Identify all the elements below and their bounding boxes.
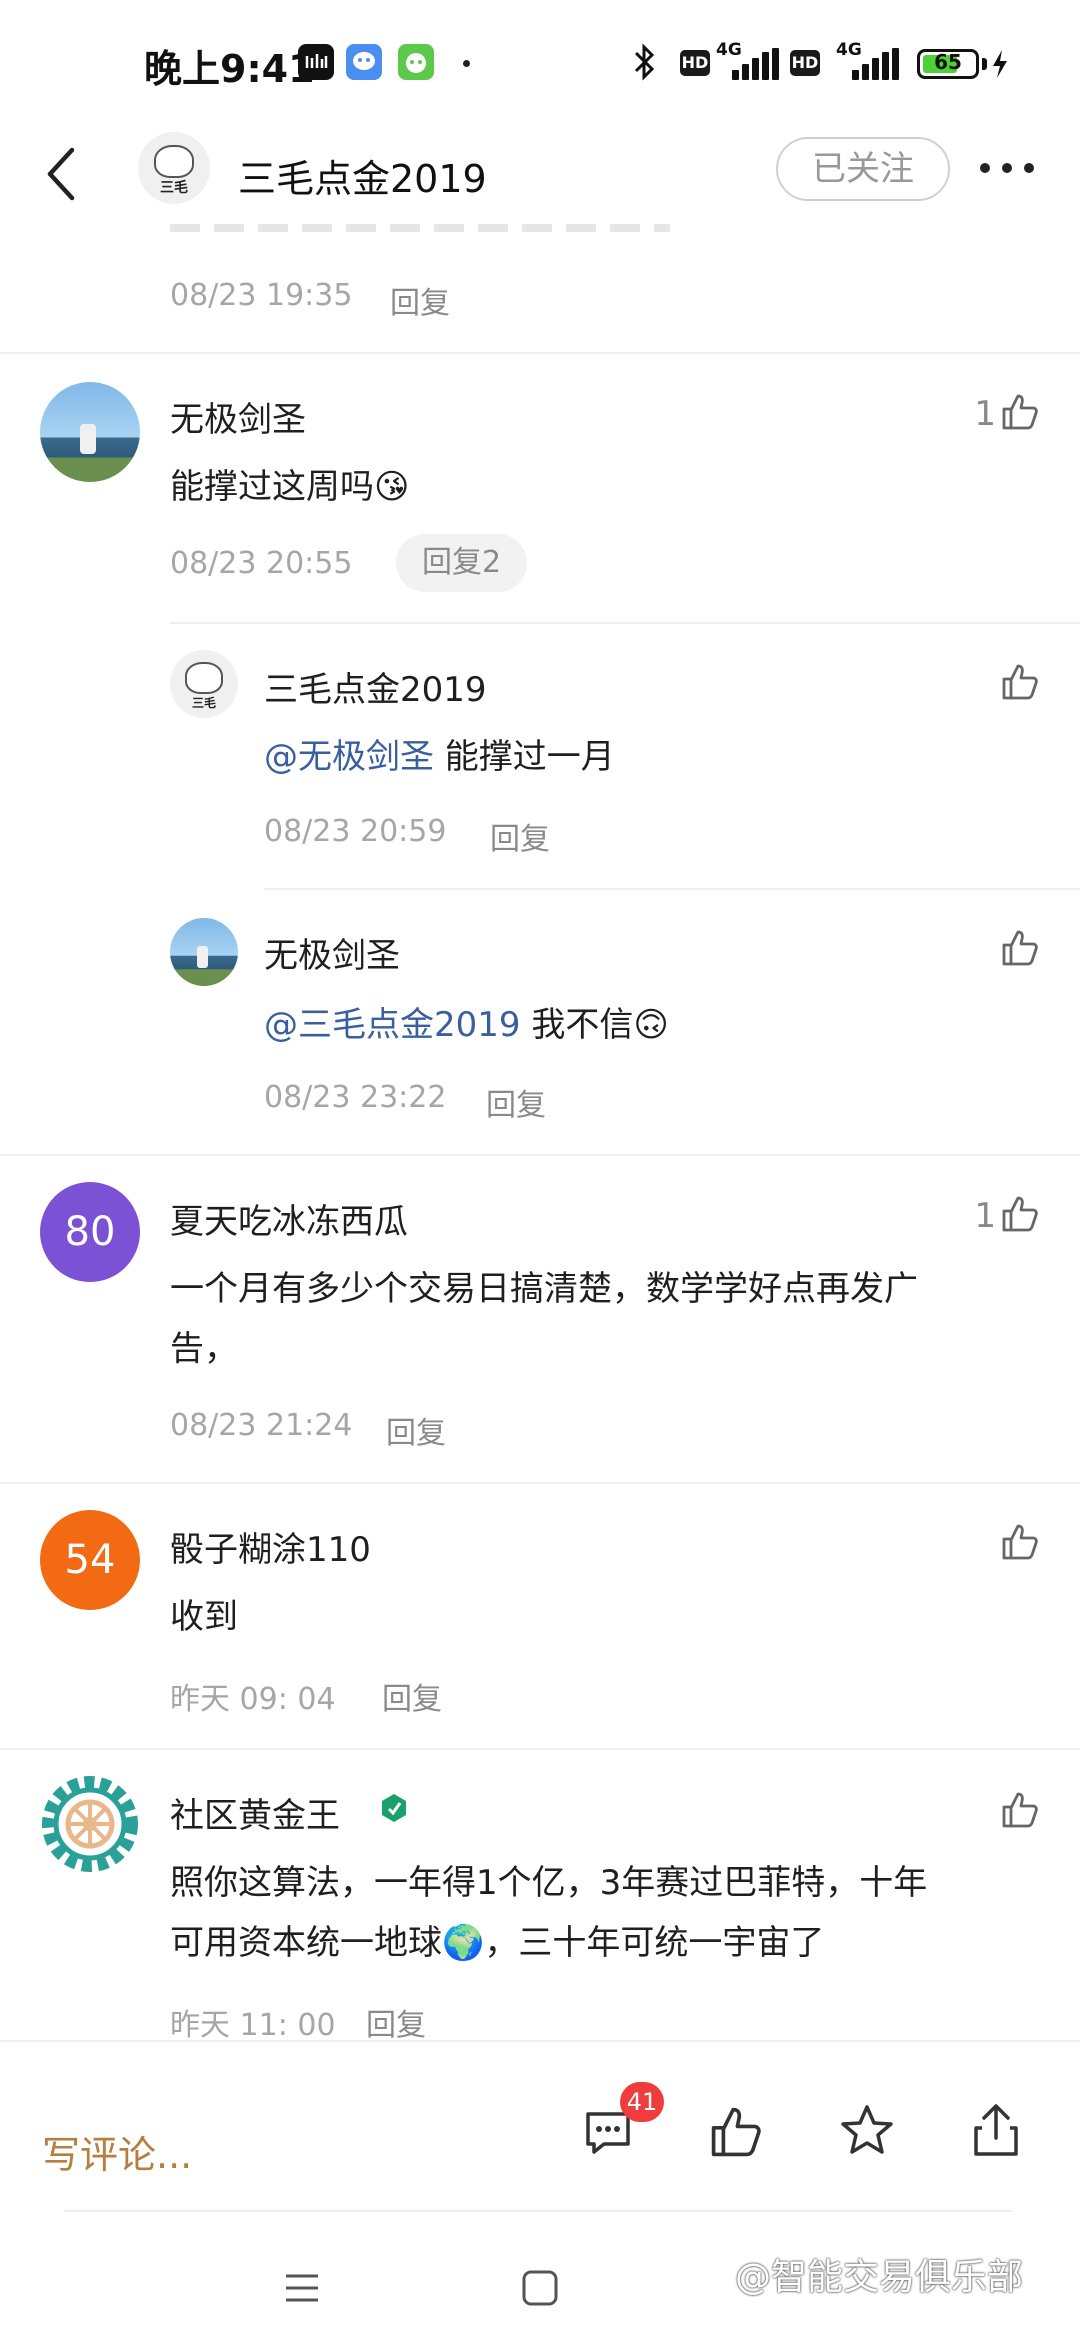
- watermark-text: @智能交易俱乐部: [735, 2257, 1024, 2298]
- divider: [170, 622, 1080, 624]
- game-app-icon: [398, 44, 434, 80]
- signal-strength-icon: [728, 48, 780, 80]
- thumbs-up-icon: [1002, 1196, 1038, 1232]
- divider: [264, 888, 1080, 890]
- comment-count-badge: 41: [620, 2082, 664, 2122]
- divider: [64, 2210, 1012, 2212]
- page-title: 三毛点金2019: [238, 157, 487, 201]
- status-time: 晚上9:41: [144, 47, 315, 91]
- hd-badge: HD: [790, 50, 820, 76]
- hd-badge: HD: [680, 50, 710, 76]
- user-avatar[interactable]: [170, 918, 238, 986]
- divider: [0, 1482, 1080, 1484]
- comment-text-line: 可用资本统一地球🌍，三十年可统一宇宙了: [170, 1923, 825, 1963]
- favorite-star-icon[interactable]: [838, 2102, 896, 2160]
- status-bar: 晚上9:41 HD 4G HD 4G 65: [0, 0, 1080, 120]
- reply-button[interactable]: 回复: [386, 1408, 446, 1452]
- write-comment-input[interactable]: 写评论...: [42, 2124, 192, 2179]
- verified-badge-icon: [382, 1794, 406, 1822]
- reply-body: 我不信🙃: [520, 1005, 669, 1045]
- like-button[interactable]: [994, 662, 1040, 710]
- divider: [0, 1154, 1080, 1156]
- user-avatar[interactable]: 80: [40, 1182, 140, 1282]
- reply-username[interactable]: 三毛点金2019: [264, 662, 487, 711]
- reply-time: 08/23 23:22: [264, 1080, 447, 1115]
- like-button[interactable]: 1: [960, 392, 1040, 440]
- reply-username[interactable]: 无极剑圣: [264, 928, 400, 977]
- comment-time: 08/23 19:35: [170, 278, 353, 313]
- home-square-icon[interactable]: [520, 2268, 560, 2308]
- comment-text: 能撑过这周吗😘: [170, 467, 410, 507]
- comment-text-line: 照你这算法，一年得1个亿，3年赛过巴菲特，十年: [170, 1863, 928, 1903]
- divider: [0, 352, 1080, 354]
- reply-button[interactable]: 回复: [366, 2000, 426, 2044]
- comment-username[interactable]: 无极剑圣: [170, 392, 306, 441]
- divider: [0, 1748, 1080, 1750]
- clipped-comment-text: [170, 218, 670, 232]
- battery-icon: 65: [917, 49, 979, 79]
- comment-username[interactable]: 夏天吃冰冻西瓜: [170, 1194, 408, 1243]
- thumbs-up-icon: [1002, 394, 1038, 430]
- reply-button[interactable]: 回复: [490, 814, 550, 858]
- signal-strength-icon: [848, 48, 900, 80]
- like-button[interactable]: [994, 1790, 1040, 1838]
- like-button[interactable]: [994, 1522, 1040, 1570]
- thumbs-up-icon: [1002, 930, 1038, 966]
- user-avatar[interactable]: 三毛: [170, 650, 238, 718]
- charging-icon: [993, 50, 1007, 78]
- reply-button[interactable]: 回复: [382, 1674, 442, 1718]
- back-arrow-icon[interactable]: [36, 142, 86, 206]
- like-count: 1: [974, 1196, 996, 1236]
- follow-button[interactable]: 已关注: [776, 137, 950, 201]
- comment-text: 收到: [170, 1597, 238, 1637]
- share-icon[interactable]: [968, 2100, 1024, 2160]
- user-avatar[interactable]: 54: [40, 1510, 140, 1610]
- reply-text: @三毛点金2019 我不信🙃: [264, 996, 669, 1054]
- comment-time: 08/23 20:55: [170, 546, 353, 581]
- comment-username[interactable]: 骰子糊涂110: [170, 1522, 371, 1571]
- chat-app-icon: [346, 44, 382, 80]
- comment-text-line: 告，: [170, 1329, 238, 1369]
- mention-link[interactable]: @无极剑圣: [264, 737, 434, 777]
- comment-time: 08/23 21:24: [170, 1408, 353, 1443]
- bluetooth-icon: [634, 43, 655, 81]
- thumbs-up-icon: [1002, 1792, 1038, 1828]
- like-post-icon[interactable]: [708, 2104, 764, 2160]
- view-replies-button[interactable]: 回复2: [396, 534, 528, 592]
- menu-icon[interactable]: [282, 2268, 322, 2308]
- bottom-action-bar: 写评论... 41: [0, 2040, 1080, 2250]
- like-button[interactable]: [994, 928, 1040, 976]
- reply-body: 能撑过一月: [434, 737, 615, 777]
- comment-time: 昨天 09: 04: [170, 1682, 336, 1717]
- comment-time: 昨天 11: 00: [170, 2008, 336, 2043]
- reply-text: @无极剑圣 能撑过一月: [264, 728, 615, 786]
- like-button[interactable]: 1: [960, 1194, 1040, 1242]
- gear-wheel-avatar[interactable]: [40, 1774, 140, 1874]
- reply-time: 08/23 20:59: [264, 814, 447, 849]
- comment-username[interactable]: 社区黄金王: [170, 1788, 340, 1837]
- like-count: 1: [974, 394, 996, 434]
- battery-level: 65: [934, 50, 962, 74]
- mention-link[interactable]: @三毛点金2019: [264, 1005, 521, 1045]
- battery-cap: [982, 58, 987, 70]
- thumbs-up-icon: [1002, 664, 1038, 700]
- notification-dot: [463, 60, 470, 67]
- reply-button[interactable]: 回复: [390, 278, 450, 322]
- user-avatar[interactable]: [40, 382, 140, 482]
- comment-text-line: 一个月有多少个交易日搞清楚，数学学好点再发广: [170, 1269, 918, 1309]
- reply-button[interactable]: 回复: [486, 1080, 546, 1124]
- author-avatar[interactable]: 三毛: [138, 132, 210, 204]
- thumbs-up-icon: [1002, 1524, 1038, 1560]
- music-app-icon: [298, 44, 334, 80]
